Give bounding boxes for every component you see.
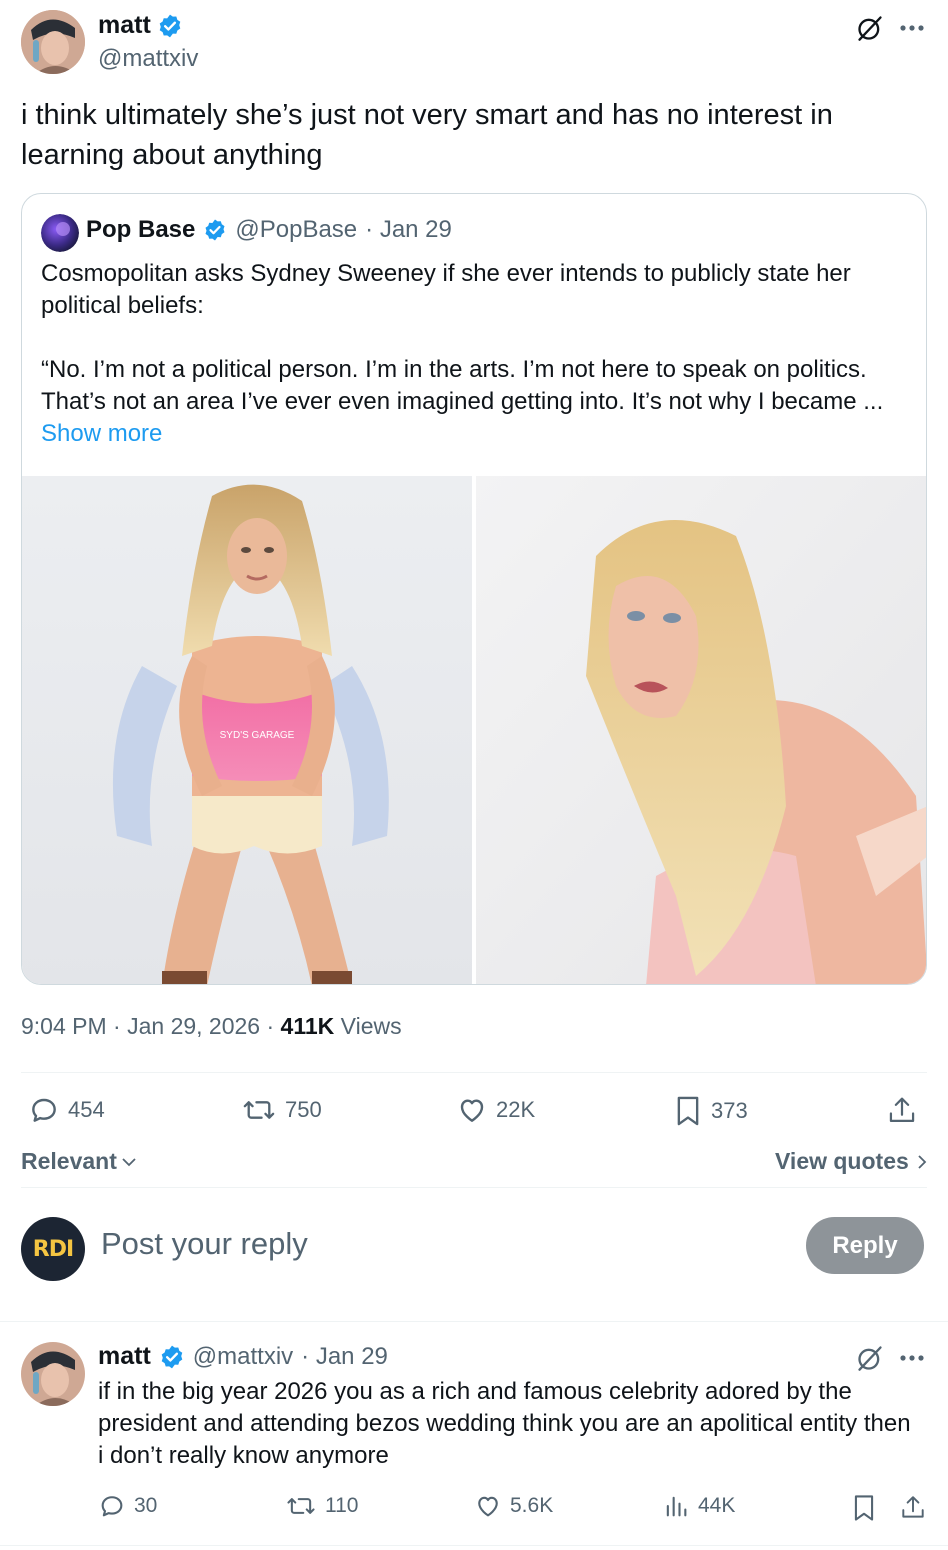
- tweet-timestamp[interactable]: 9:04 PM · Jan 29, 2026 ·: [21, 1013, 274, 1039]
- divider: [0, 1321, 948, 1322]
- retweet-count: 750: [285, 1097, 322, 1122]
- reply-input[interactable]: Post your reply: [101, 1226, 308, 1262]
- reply-date[interactable]: · Jan 29: [301, 1343, 388, 1371]
- quoted-tweet-card[interactable]: Pop Base @PopBase · Jan 29 Cosmopolitan …: [21, 193, 927, 985]
- current-user-avatar[interactable]: RDI: [21, 1217, 85, 1281]
- avatar-logo-text: RDI: [32, 1236, 74, 1262]
- avatar-image: [21, 10, 85, 74]
- views-action[interactable]: 44K: [662, 1492, 735, 1520]
- bookmark-action[interactable]: 373: [673, 1094, 748, 1128]
- analytics-icon: [666, 1496, 687, 1517]
- grok-icon[interactable]: [854, 1342, 886, 1374]
- retweet-action[interactable]: 750: [241, 1094, 322, 1126]
- view-quotes-label: View quotes: [775, 1148, 909, 1174]
- grok-icon[interactable]: [854, 12, 886, 44]
- verified-badge-icon: [205, 219, 225, 241]
- more-options-icon[interactable]: [896, 1342, 928, 1374]
- tweet-text: i think ultimately she’s just not very s…: [21, 99, 833, 171]
- divider: [21, 1072, 927, 1073]
- reply-button[interactable]: Reply: [806, 1217, 924, 1274]
- verified-badge-icon: [161, 1345, 183, 1368]
- retweet-icon: [243, 1101, 275, 1119]
- author-handle[interactable]: @mattxiv: [98, 45, 198, 73]
- author-avatar[interactable]: [21, 10, 85, 74]
- divider: [0, 1545, 948, 1546]
- quoted-text-line2: “No. I’m not a political person. I’m in …: [41, 356, 884, 415]
- quoted-author-name: Pop Base: [86, 216, 196, 243]
- shirt-print-text: SYD'S GARAGE: [220, 730, 295, 741]
- divider: [21, 1187, 927, 1188]
- views-count: 44K: [698, 1494, 736, 1517]
- heart-icon: [478, 1496, 498, 1517]
- reply-text: if in the big year 2026 you as a rich an…: [98, 1378, 911, 1469]
- quoted-photo-1[interactable]: SYD'S GARAGE: [22, 476, 472, 984]
- quoted-author-avatar[interactable]: [41, 214, 79, 252]
- chevron-right-icon: [918, 1154, 927, 1169]
- bookmark-icon: [677, 1096, 699, 1126]
- view-quotes-link[interactable]: View quotes: [775, 1148, 929, 1175]
- reply-author-handle[interactable]: @mattxiv: [193, 1343, 293, 1371]
- quoted-author-handle: @PopBase: [235, 216, 358, 243]
- quoted-date: · Jan 29: [365, 216, 452, 243]
- reply-action[interactable]: 454: [28, 1094, 105, 1126]
- share-icon[interactable]: [898, 1492, 928, 1524]
- like-action[interactable]: 5.6K: [474, 1492, 553, 1520]
- bookmark-count: 373: [711, 1098, 748, 1123]
- reply-count: 454: [68, 1097, 105, 1122]
- chevron-down-icon: [122, 1157, 136, 1166]
- quoted-text-line1: Cosmopolitan asks Sydney Sweeney if she …: [41, 260, 851, 319]
- like-action[interactable]: 22K: [456, 1094, 535, 1126]
- reply-count: 30: [134, 1494, 158, 1517]
- more-options-icon[interactable]: [896, 12, 928, 44]
- like-count: 5.6K: [510, 1494, 554, 1517]
- views-count: 411K: [280, 1013, 335, 1039]
- reply-icon: [32, 1098, 56, 1122]
- views-label: Views: [340, 1013, 402, 1039]
- verified-badge-icon: [159, 14, 181, 37]
- reply-icon: [101, 1496, 123, 1517]
- reply-author-avatar[interactable]: [21, 1342, 85, 1406]
- bookmark-icon[interactable]: [850, 1492, 878, 1524]
- quoted-photo-2[interactable]: [476, 476, 926, 984]
- share-icon[interactable]: [884, 1094, 920, 1128]
- retweet-icon: [287, 1498, 315, 1514]
- sort-label: Relevant: [21, 1148, 117, 1174]
- like-count: 22K: [496, 1097, 536, 1122]
- reply-action[interactable]: 30: [98, 1492, 157, 1520]
- reply-author-name[interactable]: matt: [98, 1342, 151, 1371]
- author-name[interactable]: matt: [98, 11, 151, 40]
- show-more-link[interactable]: Show more: [41, 418, 162, 450]
- heart-icon: [460, 1099, 484, 1122]
- retweet-count: 110: [325, 1494, 359, 1517]
- retweet-action[interactable]: 110: [285, 1492, 358, 1520]
- sort-relevant-dropdown[interactable]: Relevant: [21, 1148, 137, 1175]
